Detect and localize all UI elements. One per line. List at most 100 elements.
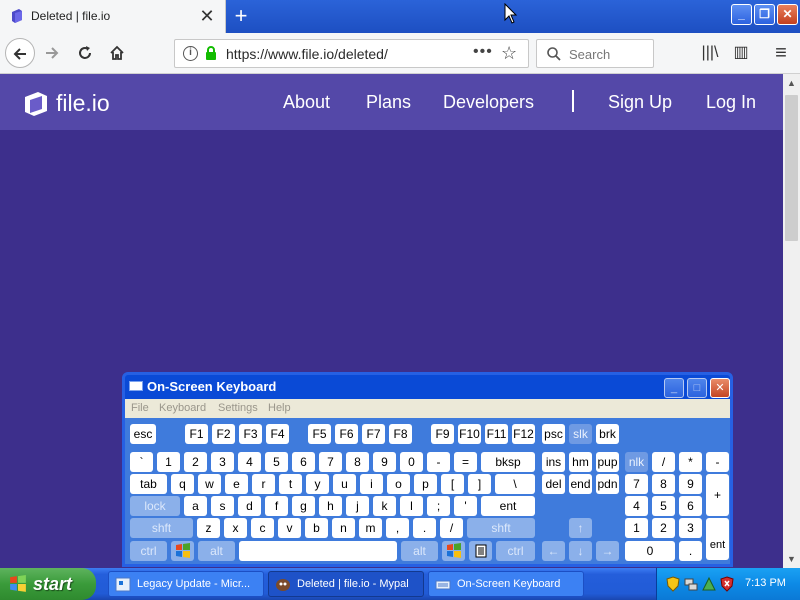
key-t[interactable]: t (279, 474, 302, 494)
key-caps-lock[interactable]: lock (130, 496, 180, 516)
key-semicolon[interactable]: ; (427, 496, 450, 516)
key-right-ctrl[interactable]: ctrl (496, 541, 535, 561)
key-f9[interactable]: F9 (431, 424, 454, 444)
key-esc[interactable]: esc (130, 424, 156, 444)
reload-button[interactable] (70, 38, 100, 68)
forward-button[interactable] (37, 38, 67, 68)
key-v[interactable]: v (278, 518, 301, 538)
key-left-bracket[interactable]: [ (441, 474, 464, 494)
menu-icon[interactable]: ≡ (771, 43, 791, 63)
key-f[interactable]: f (265, 496, 288, 516)
key-minus[interactable]: - (427, 452, 450, 472)
key-num-enter[interactable]: ent (706, 518, 729, 560)
key-num-7[interactable]: 7 (625, 474, 648, 494)
key-slash[interactable]: / (440, 518, 463, 538)
key-left-ctrl[interactable]: ctrl (130, 541, 167, 561)
osk-menu-keyboard[interactable]: Keyboard (159, 402, 206, 414)
taskbar-item-on-screen-keyboard[interactable]: On-Screen Keyboard (428, 571, 584, 597)
key-y[interactable]: y (306, 474, 329, 494)
key-h[interactable]: h (319, 496, 342, 516)
key-period[interactable]: . (413, 518, 436, 538)
window-close-button[interactable]: ✕ (777, 4, 798, 25)
key-9[interactable]: 9 (373, 452, 396, 472)
key-q[interactable]: q (171, 474, 194, 494)
search-bar[interactable]: Search (536, 39, 654, 68)
tab-file-io[interactable]: Deleted | file.io ✕ (0, 0, 226, 33)
key-left-windows[interactable] (171, 541, 194, 561)
key-z[interactable]: z (197, 518, 220, 538)
key-2[interactable]: 2 (184, 452, 207, 472)
key-num-dot[interactable]: . (679, 541, 702, 561)
key-u[interactable]: u (333, 474, 356, 494)
key-l[interactable]: l (400, 496, 423, 516)
osk-menu-help[interactable]: Help (268, 402, 291, 414)
key-num-2[interactable]: 2 (652, 518, 675, 538)
key-left-shift[interactable]: shft (130, 518, 193, 538)
osk-close-button[interactable]: ✕ (710, 378, 730, 398)
nav-about[interactable]: About (283, 92, 330, 113)
key-num-slash[interactable]: / (652, 452, 675, 472)
key-f1[interactable]: F1 (185, 424, 208, 444)
key-arrow-right[interactable]: → (596, 541, 619, 561)
key-f4[interactable]: F4 (266, 424, 289, 444)
key-c[interactable]: c (251, 518, 274, 538)
key-f3[interactable]: F3 (239, 424, 262, 444)
key-right-shift[interactable]: shft (467, 518, 535, 538)
key-num-3[interactable]: 3 (679, 518, 702, 538)
key-num-4[interactable]: 4 (625, 496, 648, 516)
start-button[interactable]: start (0, 568, 96, 600)
key-f5[interactable]: F5 (308, 424, 331, 444)
key-f6[interactable]: F6 (335, 424, 358, 444)
key-f8[interactable]: F8 (389, 424, 412, 444)
key-b[interactable]: b (305, 518, 328, 538)
security-alert-icon[interactable] (719, 576, 735, 592)
tray-app-icon[interactable] (701, 576, 717, 592)
key-i[interactable]: i (360, 474, 383, 494)
back-button[interactable] (5, 38, 35, 68)
home-button[interactable] (102, 38, 132, 68)
scroll-thumb[interactable] (785, 95, 798, 241)
key-equals[interactable]: = (454, 452, 477, 472)
key-num-star[interactable]: * (679, 452, 702, 472)
taskbar-item-legacy-update[interactable]: Legacy Update - Micr... (108, 571, 264, 597)
key-m[interactable]: m (359, 518, 382, 538)
key-num-6[interactable]: 6 (679, 496, 702, 516)
key-num-9[interactable]: 9 (679, 474, 702, 494)
key-ins[interactable]: ins (542, 452, 565, 472)
new-tab-button[interactable]: + (229, 4, 253, 28)
key-num-minus[interactable]: - (706, 452, 729, 472)
taskbar-item-mypal[interactable]: Deleted | file.io - Mypal (268, 571, 424, 597)
nav-sign-up[interactable]: Sign Up (608, 92, 672, 113)
key-backtick[interactable]: ` (130, 452, 153, 472)
osk-minimize-button[interactable]: _ (664, 378, 684, 398)
site-info-icon[interactable]: i (183, 46, 198, 61)
key-right-bracket[interactable]: ] (468, 474, 491, 494)
key-r[interactable]: r (252, 474, 275, 494)
key-num-8[interactable]: 8 (652, 474, 675, 494)
key-tab[interactable]: tab (130, 474, 167, 494)
file-io-logo-icon[interactable] (24, 91, 48, 117)
key-8[interactable]: 8 (346, 452, 369, 472)
network-icon[interactable] (683, 576, 699, 592)
key-num-1[interactable]: 1 (625, 518, 648, 538)
key-psc[interactable]: psc (542, 424, 565, 444)
scroll-up-icon[interactable]: ▲ (787, 78, 796, 88)
site-logo-text[interactable]: file.io (56, 90, 110, 117)
nav-log-in[interactable]: Log In (706, 92, 756, 113)
key-f12[interactable]: F12 (512, 424, 535, 444)
key-a[interactable]: a (184, 496, 207, 516)
sidebar-icon[interactable]: ▥ (731, 43, 751, 63)
key-comma[interactable]: , (386, 518, 409, 538)
key-7[interactable]: 7 (319, 452, 342, 472)
key-arrow-up[interactable]: ↑ (569, 518, 592, 538)
key-num-lock[interactable]: nlk (625, 452, 648, 472)
key-5[interactable]: 5 (265, 452, 288, 472)
key-w[interactable]: w (198, 474, 221, 494)
key-del[interactable]: del (542, 474, 565, 494)
key-space[interactable] (239, 541, 397, 561)
key-page-down[interactable]: pdn (596, 474, 619, 494)
key-right-alt[interactable]: alt (401, 541, 438, 561)
key-4[interactable]: 4 (238, 452, 261, 472)
key-d[interactable]: d (238, 496, 261, 516)
bookmark-star-icon[interactable]: ☆ (501, 43, 517, 64)
